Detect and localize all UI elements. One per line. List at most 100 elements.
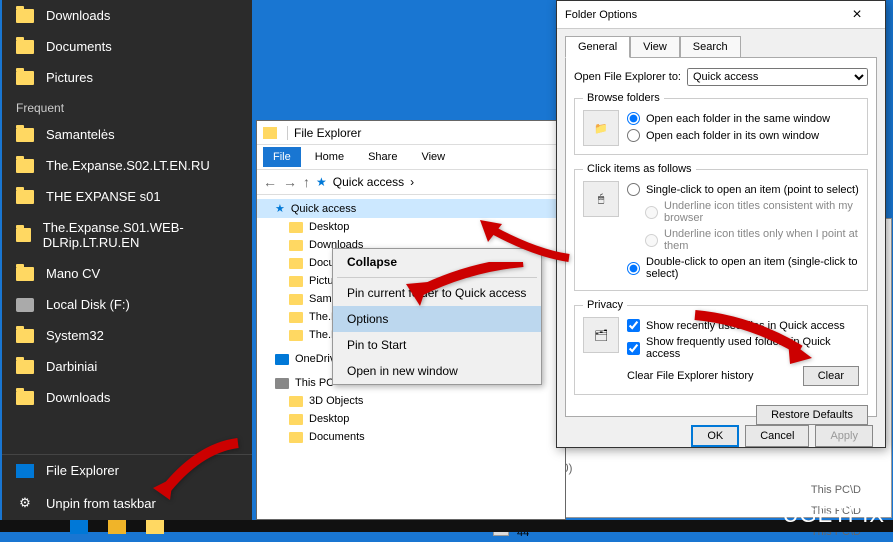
dialog-titlebar[interactable]: Folder Options × — [557, 1, 885, 29]
radio-label: Single-click to open an item (point to s… — [646, 184, 859, 196]
ribbon-tab-file[interactable]: File — [263, 147, 301, 167]
folder-icon — [289, 396, 303, 407]
check-label: Show recently used files in Quick access — [646, 320, 845, 332]
jumplist-app-file-explorer[interactable]: File Explorer — [2, 455, 252, 486]
nav-forward-icon[interactable]: → — [283, 174, 297, 190]
jumplist-frequent-item[interactable]: The.Expanse.S02.LT.EN.RU — [2, 150, 252, 181]
folder-icon — [16, 360, 34, 374]
nav-up-icon[interactable]: ↑ — [303, 174, 310, 190]
breadcrumb[interactable]: Quick access — [333, 175, 404, 189]
tab-view[interactable]: View — [630, 36, 680, 58]
ribbon-tab-share[interactable]: Share — [358, 147, 407, 167]
label: Documents — [309, 431, 365, 443]
open-explorer-label: Open File Explorer to: — [574, 71, 681, 83]
folder-icon — [289, 312, 303, 323]
dialog-title: Folder Options — [565, 9, 637, 21]
context-menu-item[interactable]: Pin to Start — [333, 332, 541, 358]
jumplist-frequent-item[interactable]: The.Expanse.S01.WEB-DLRip.LT.RU.EN — [2, 212, 252, 258]
radio-own-window[interactable] — [627, 129, 640, 142]
radio-label: Open each folder in the same window — [646, 113, 830, 125]
address-bar: ← → ↑ ★ Quick access › — [257, 170, 565, 195]
label: Desktop — [309, 413, 349, 425]
folder-options-dialog: Folder Options × General View Search Ope… — [556, 0, 886, 448]
taskbar — [0, 520, 893, 532]
ok-button[interactable]: OK — [691, 425, 739, 447]
context-menu: Collapse Pin current folder to Quick acce… — [332, 248, 542, 385]
restore-defaults-button[interactable]: Restore Defaults — [756, 405, 868, 425]
radio-underline-point — [645, 234, 658, 247]
clear-button[interactable]: Clear — [803, 366, 859, 386]
folder-icon — [16, 391, 34, 405]
label: Local Disk (F:) — [46, 297, 130, 312]
context-menu-item[interactable]: Options — [333, 306, 541, 332]
tab-general[interactable]: General — [565, 36, 630, 58]
jumplist-frequent-item[interactable]: Local Disk (F:) — [2, 289, 252, 320]
privacy-icon: 🗂 — [583, 317, 619, 353]
jumplist-item-documents[interactable]: Documents — [2, 31, 252, 62]
label: 3D Objects — [309, 395, 363, 407]
folder-icon — [289, 240, 303, 251]
watermark: UGETFIX — [783, 502, 885, 528]
folder-icon — [16, 128, 34, 142]
click-items-fieldset: Click items as follows 🖱 Single-click to… — [574, 163, 868, 291]
jumplist-unpin[interactable]: ⚙Unpin from taskbar — [2, 486, 252, 520]
label: Desktop — [309, 221, 349, 233]
folder-icon — [16, 329, 34, 343]
file-explorer-icon — [16, 464, 34, 478]
ribbon-tab-home[interactable]: Home — [305, 147, 354, 167]
nav-back-icon[interactable]: ← — [263, 174, 277, 190]
label: The.Expanse.S01.WEB-DLRip.LT.RU.EN — [43, 220, 238, 250]
context-menu-item[interactable]: Collapse — [333, 249, 541, 275]
jumplist-frequent-item[interactable]: Samantelės — [2, 119, 252, 150]
folder-icon — [16, 40, 34, 54]
nav-item[interactable]: Documents — [257, 428, 565, 446]
browse-folders-fieldset: Browse folders 📁 Open each folder in the… — [574, 92, 868, 155]
folder-icon — [263, 127, 277, 139]
context-menu-item[interactable]: Open in new window — [333, 358, 541, 384]
label: Pictures — [46, 70, 93, 85]
tab-search[interactable]: Search — [680, 36, 741, 58]
nav-item[interactable]: Desktop — [257, 410, 565, 428]
open-explorer-select[interactable]: Quick access — [687, 68, 868, 86]
nav-item[interactable]: 3D Objects — [257, 392, 565, 410]
check-recent-files[interactable] — [627, 319, 640, 332]
jumplist-frequent-item[interactable]: THE EXPANSE s01 — [2, 181, 252, 212]
chevron-right-icon: › — [410, 175, 414, 189]
folder-icon — [16, 190, 34, 204]
check-frequent-folders[interactable] — [627, 342, 640, 355]
nav-item[interactable]: ★Quick access — [257, 199, 565, 218]
context-menu-item[interactable]: Pin current folder to Quick access — [333, 280, 541, 306]
cancel-button[interactable]: Cancel — [745, 425, 809, 447]
label: Mano CV — [46, 266, 100, 281]
label: Darbiniai — [46, 359, 97, 374]
radio-label: Double-click to open an item (single-cli… — [646, 256, 859, 280]
pc-icon — [275, 378, 289, 389]
close-button[interactable]: × — [837, 6, 877, 24]
ribbon: File Home Share View — [257, 145, 565, 170]
jumplist-item-downloads[interactable]: Downloads — [2, 0, 252, 31]
label: Quick access — [291, 203, 356, 215]
radio-single-click[interactable] — [627, 183, 640, 196]
folder-icon — [289, 330, 303, 341]
ribbon-tab-view[interactable]: View — [411, 147, 455, 167]
label: Downloads — [46, 8, 110, 23]
jumplist-item-pictures[interactable]: Pictures — [2, 62, 252, 93]
jumplist-frequent-item[interactable]: System32 — [2, 320, 252, 351]
label: Downloads — [46, 390, 110, 405]
apply-button[interactable]: Apply — [815, 425, 873, 447]
jumplist-frequent-item[interactable]: Mano CV — [2, 258, 252, 289]
folder-icon — [289, 414, 303, 425]
folder-icon — [289, 432, 303, 443]
legend: Click items as follows — [583, 163, 696, 175]
radio-double-click[interactable] — [627, 262, 640, 275]
jumplist-frequent-item[interactable]: Downloads — [2, 382, 252, 413]
nav-item[interactable]: Desktop — [257, 218, 565, 236]
onedrive-icon — [275, 354, 289, 365]
window-titlebar[interactable]: File Explorer — [257, 121, 565, 145]
label: THE EXPANSE s01 — [46, 189, 161, 204]
label: Unpin from taskbar — [46, 496, 156, 511]
folder-icon — [16, 71, 34, 85]
label: This PC — [295, 377, 334, 389]
jumplist-frequent-item[interactable]: Darbiniai — [2, 351, 252, 382]
radio-same-window[interactable] — [627, 112, 640, 125]
